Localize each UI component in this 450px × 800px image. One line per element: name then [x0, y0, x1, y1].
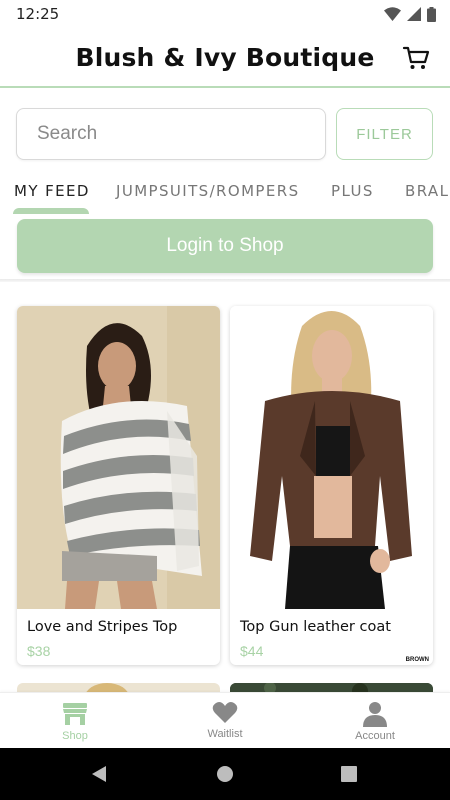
image-color-tag: BROWN — [405, 657, 429, 663]
status-time: 12:25 — [16, 5, 60, 23]
person-icon — [363, 702, 387, 727]
tab-jumpsuits-rompers[interactable]: JUMPSUITS/ROMPERS — [116, 182, 300, 200]
recents-icon[interactable] — [341, 766, 357, 782]
search-row: FILTER — [16, 108, 434, 160]
status-icons — [384, 6, 436, 22]
search-input[interactable] — [16, 108, 326, 160]
status-bar: 12:25 — [0, 0, 450, 28]
cart-button[interactable] — [402, 44, 430, 72]
product-price: $44 — [240, 643, 264, 659]
back-icon[interactable] — [90, 765, 108, 783]
heart-icon — [212, 702, 238, 723]
nav-label: Account — [355, 730, 395, 742]
tab-plus[interactable]: PLUS — [331, 182, 374, 200]
filter-button[interactable]: FILTER — [336, 108, 433, 160]
login-to-shop-button[interactable]: Login to Shop — [17, 219, 433, 273]
product-name: Love and Stripes Top — [27, 619, 178, 635]
divider — [0, 279, 450, 282]
battery-icon — [427, 6, 436, 22]
cart-icon — [402, 46, 430, 69]
shop-icon — [63, 703, 87, 725]
page-title: Blush & Ivy Boutique — [75, 42, 375, 72]
nav-account[interactable]: Account — [300, 693, 450, 749]
home-icon[interactable] — [216, 765, 234, 783]
product-card[interactable]: Love and Stripes Top $38 — [17, 306, 220, 665]
active-tab-indicator — [13, 208, 89, 214]
product-name: Top Gun leather coat — [240, 619, 391, 635]
product-image[interactable] — [230, 306, 433, 609]
signal-icon — [407, 7, 421, 21]
product-image[interactable] — [17, 306, 220, 609]
tab-my-feed[interactable]: MY FEED — [14, 182, 90, 200]
product-price: $38 — [27, 643, 51, 659]
nav-label: Shop — [62, 730, 88, 742]
wifi-icon — [384, 7, 401, 21]
tab-bralettes[interactable]: BRALETTES — [405, 182, 450, 200]
product-card[interactable]: BROWN Top Gun leather coat $44 — [230, 306, 433, 665]
system-nav-bar — [0, 748, 450, 800]
nav-waitlist[interactable]: Waitlist — [150, 693, 300, 749]
nav-shop[interactable]: Shop — [0, 693, 150, 749]
nav-label: Waitlist — [207, 728, 243, 740]
category-tabs: MY FEED JUMPSUITS/ROMPERS PLUS BRALETTES — [0, 170, 450, 214]
bottom-nav: Shop Waitlist Account — [0, 692, 450, 748]
app-header: Blush & Ivy Boutique — [0, 28, 450, 88]
